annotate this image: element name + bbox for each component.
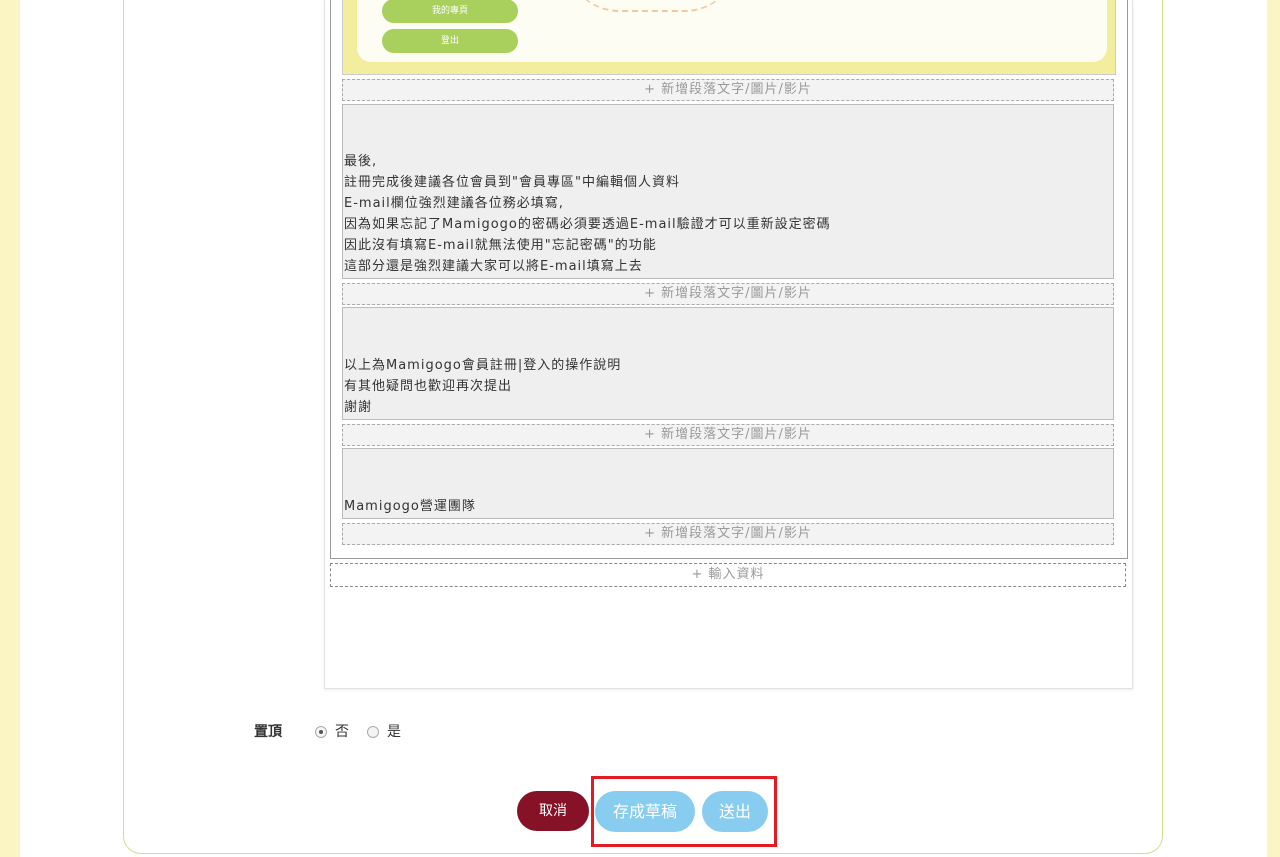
preview-logout-pill: 登出 bbox=[382, 29, 518, 53]
paragraph-line: 謝謝 bbox=[344, 400, 373, 415]
paragraph-block[interactable]: 最後, 註冊完成後建議各位會員到"會員專區"中編輯個人資料 E-mail欄位強烈… bbox=[342, 104, 1114, 279]
paragraph-line: Mamigogo營運團隊 bbox=[344, 499, 476, 514]
add-paragraph-button[interactable]: + 新增段落文字/圖片/影片 bbox=[342, 424, 1114, 446]
pin-no-label[interactable]: 否 bbox=[335, 721, 349, 741]
pin-yes-radio[interactable] bbox=[367, 726, 379, 738]
paragraph-line: E-mail欄位強烈建議各位務必填寫, bbox=[344, 196, 564, 211]
decorative-dashed-arc bbox=[567, 0, 737, 12]
screenshot-image-block[interactable]: 我的專頁 登出 bbox=[342, 0, 1116, 75]
paragraph-line: 這部分還是強烈建議大家可以將E-mail填寫上去 bbox=[344, 259, 643, 274]
pin-yes-label[interactable]: 是 bbox=[387, 721, 401, 741]
highlight-annotation-box bbox=[591, 776, 777, 847]
add-paragraph-button[interactable]: + 新增段落文字/圖片/影片 bbox=[342, 283, 1114, 305]
pin-to-top-label: 置頂 bbox=[254, 724, 282, 740]
paragraph-line: 最後, bbox=[344, 154, 378, 169]
paragraph-block[interactable]: 以上為Mamigogo會員註冊|登入的操作說明 有其他疑問也歡迎再次提出 謝謝 bbox=[342, 307, 1114, 420]
paragraph-line: 註冊完成後建議各位會員到"會員專區"中編輯個人資料 bbox=[344, 175, 680, 190]
paragraph-line: 以上為Mamigogo會員註冊|登入的操作說明 bbox=[344, 358, 622, 373]
add-paragraph-button[interactable]: + 新增段落文字/圖片/影片 bbox=[342, 523, 1114, 545]
paragraph-line: 因此沒有填寫E-mail就無法使用"忘記密碼"的功能 bbox=[344, 238, 657, 253]
cancel-button[interactable]: 取消 bbox=[517, 791, 589, 831]
preview-my-page-pill: 我的專頁 bbox=[382, 0, 518, 23]
add-paragraph-button[interactable]: + 新增段落文字/圖片/影片 bbox=[342, 79, 1114, 101]
pin-no-radio[interactable] bbox=[315, 726, 327, 738]
input-data-button[interactable]: + 輸入資料 bbox=[330, 563, 1126, 587]
paragraph-block[interactable]: Mamigogo營運團隊 bbox=[342, 448, 1114, 519]
paragraph-line: 有其他疑問也歡迎再次提出 bbox=[344, 379, 513, 394]
paragraph-line: 因為如果忘記了Mamigogo的密碼必須要透過E-mail驗證才可以重新設定密碼 bbox=[344, 217, 831, 232]
